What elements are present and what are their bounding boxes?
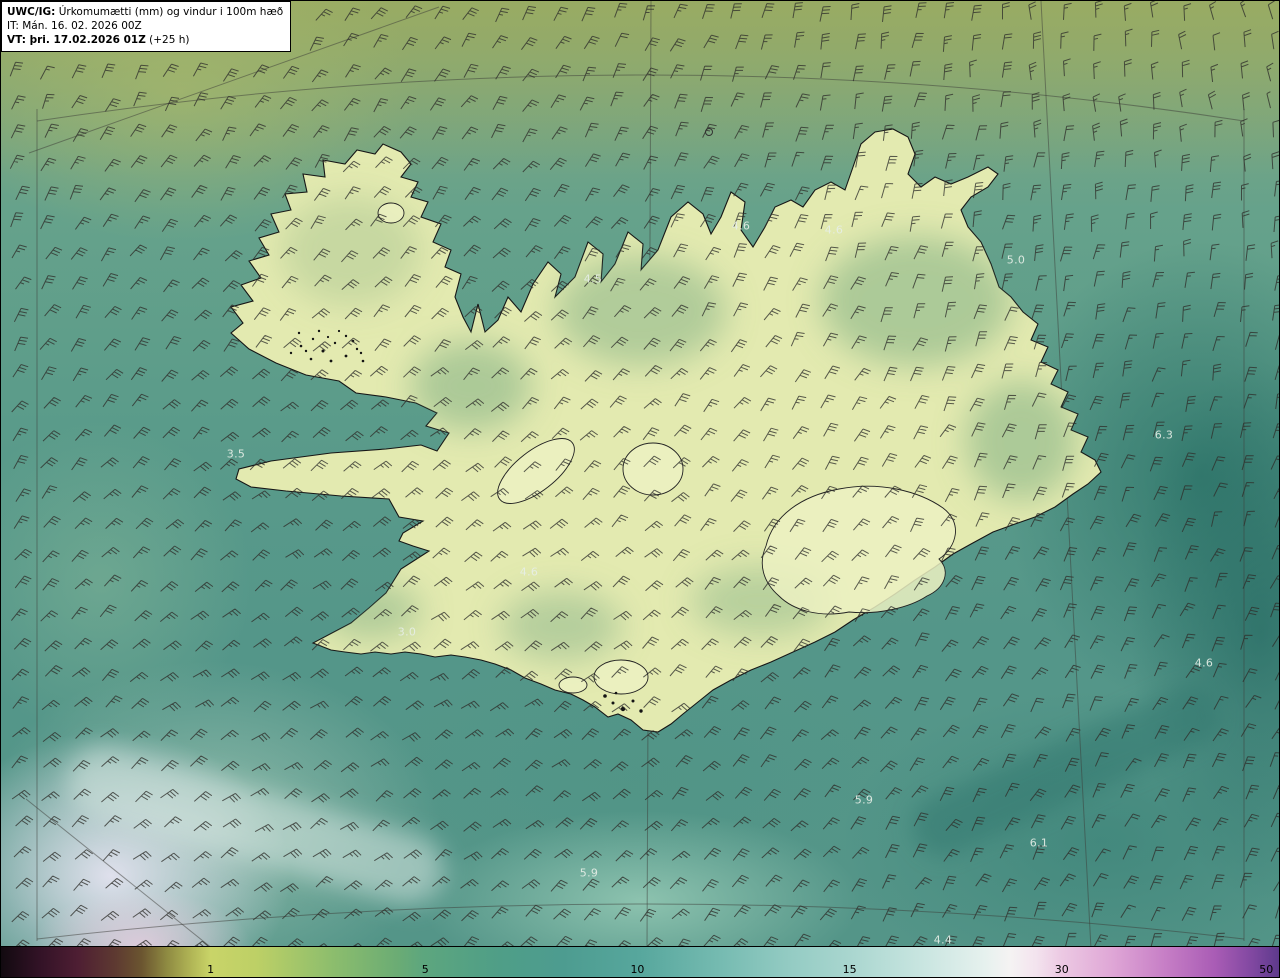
field-value-label: 3.5 — [227, 448, 245, 461]
map-title: Úrkomumætti (mm) og vindur i 100m hæð — [55, 6, 283, 18]
field-value-label: 4.6 — [520, 566, 538, 579]
colorbar-tick-label: 10 — [630, 963, 644, 976]
colorbar-tick-label: 50 — [1259, 963, 1273, 976]
field-value-label: 4.5 — [584, 273, 602, 286]
value-labels-layer: 4.6 4.6 5.0 4.5 6.3 3.5 4.6 3.0 4.6 5.9 6.1 5.9 4.4 — [1, 1, 1279, 947]
title-box: UWC/IG: Úrkomumætti (mm) og vindur i 100… — [1, 1, 291, 52]
valid-offset: (+25 h) — [146, 34, 190, 46]
colorbar-tick-row: 1510153050 — [1, 947, 1279, 977]
colorbar: 1510153050 — [1, 946, 1279, 977]
field-value-label: 4.6 — [732, 220, 750, 233]
colorbar-tick-label: 5 — [422, 963, 429, 976]
field-value-label: 4.6 — [825, 224, 843, 237]
weather-map-frame: 4.64.65.04.56.33.54.63.04.65.96.15.94.4 … — [0, 0, 1280, 978]
colorbar-tick-label: 15 — [843, 963, 857, 976]
field-value-label: 6.1 — [1030, 837, 1048, 850]
colorbar-tick-label: 1 — [207, 963, 214, 976]
field-value-label: 5.0 — [1007, 254, 1025, 267]
field-value-label: 3.0 — [398, 626, 416, 639]
field-value-label: 4.6 — [1195, 657, 1213, 670]
field-value-label: 5.9 — [580, 867, 598, 880]
field-value-label: 5.9 — [855, 794, 873, 807]
model-name: UWC/IG: — [7, 6, 55, 18]
map-area: 4.64.65.04.56.33.54.63.04.65.96.15.94.4 … — [1, 1, 1279, 947]
init-time: IT: Mán. 16. 02. 2026 00Z — [7, 19, 283, 33]
title-line: UWC/IG: Úrkomumætti (mm) og vindur i 100… — [7, 5, 283, 19]
field-value-label: 4.4 — [934, 934, 952, 947]
field-value-label: 6.3 — [1155, 429, 1173, 442]
valid-time-line: VT: þri. 17.02.2026 01Z (+25 h) — [7, 33, 283, 47]
valid-time: VT: þri. 17.02.2026 01Z — [7, 34, 146, 46]
colorbar-tick-label: 30 — [1055, 963, 1069, 976]
